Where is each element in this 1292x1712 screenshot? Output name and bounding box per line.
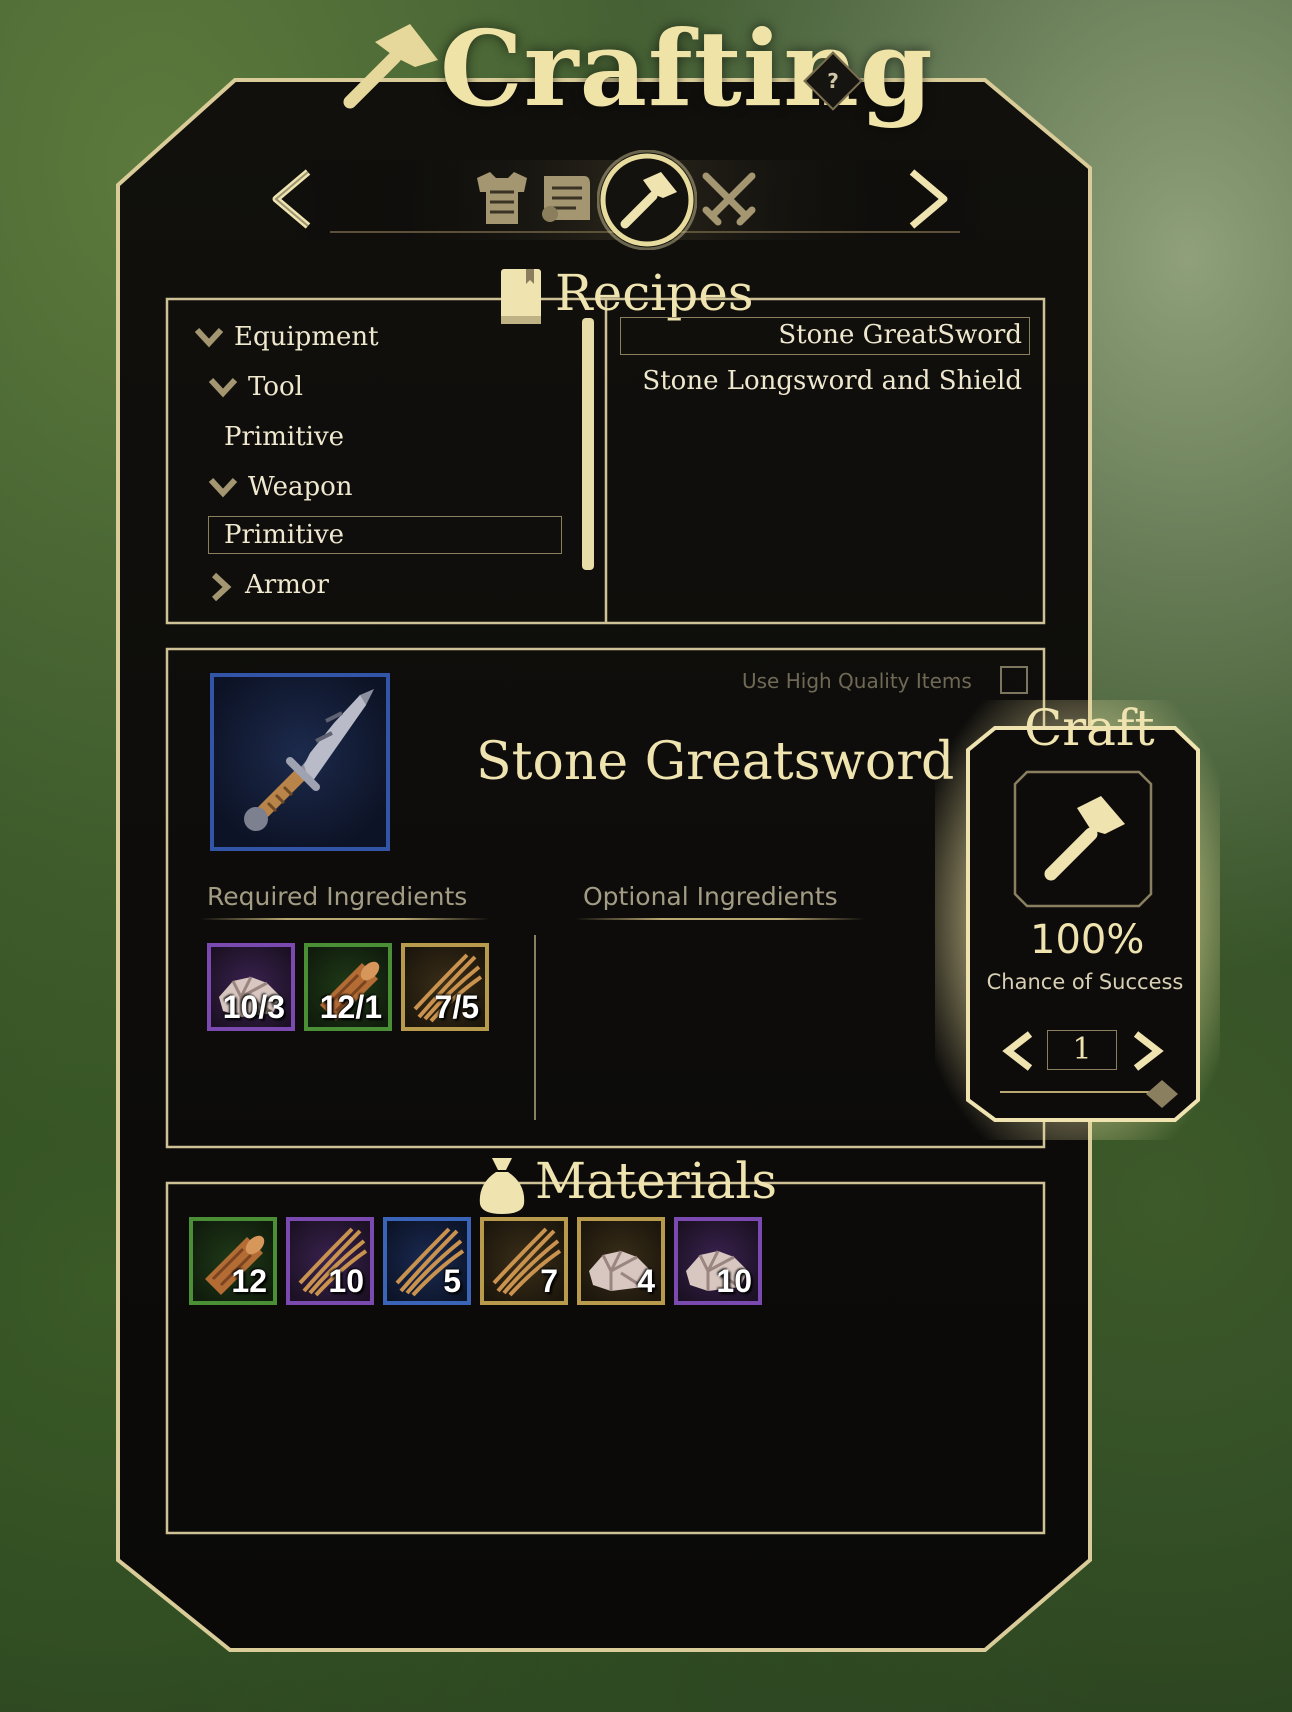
prev-category-button[interactable] — [268, 168, 312, 234]
tree-item-equipment[interactable]: Equipment — [234, 324, 379, 350]
recipes-heading: Recipes — [555, 264, 754, 322]
material-count: 10 — [328, 1263, 364, 1299]
material-slot[interactable]: 5 — [383, 1217, 471, 1305]
chevron-down-icon[interactable] — [194, 326, 224, 352]
window-title: Crafting — [440, 7, 934, 130]
tree-item-tool-primitive[interactable]: Primitive — [224, 424, 344, 450]
recipe-stone-longsword-and-shield[interactable]: Stone Longsword and Shield — [642, 368, 1022, 394]
required-ingredients-label: Required Ingredients — [207, 882, 468, 911]
required-ingredient-stone[interactable]: 10/3 — [207, 943, 295, 1031]
material-slot[interactable]: 10 — [286, 1217, 374, 1305]
material-slot[interactable]: 4 — [577, 1217, 665, 1305]
material-count: 7 — [540, 1263, 558, 1299]
crafting-hammer-category-icon[interactable] — [596, 149, 698, 254]
chevron-down-icon[interactable] — [208, 476, 238, 502]
material-count: 4 — [637, 1263, 655, 1299]
chevron-down-icon[interactable] — [208, 376, 238, 402]
title-hammer-icon — [340, 22, 440, 116]
item-portrait — [210, 673, 390, 851]
success-chance-label: Chance of Success — [986, 970, 1184, 994]
material-slot[interactable]: 7 — [480, 1217, 568, 1305]
stone-greatsword-icon — [244, 689, 374, 831]
ingredient-count: 7/5 — [434, 989, 479, 1025]
tree-item-weapon[interactable]: Weapon — [248, 474, 353, 500]
chevron-right-icon[interactable] — [210, 572, 232, 606]
next-category-button[interactable] — [908, 168, 952, 234]
optional-ingredients-label: Optional Ingredients — [583, 882, 838, 911]
bag-icon — [476, 1154, 528, 1220]
recipe-stone-greatsword[interactable]: Stone GreatSword — [778, 322, 1022, 348]
craft-title: Craft — [1024, 699, 1155, 757]
craft-quantity-field[interactable]: 1 — [1047, 1030, 1117, 1070]
required-ingredient-wood[interactable]: 12/1 — [304, 943, 392, 1031]
tree-item-tool[interactable]: Tool — [248, 374, 303, 400]
material-count: 10 — [716, 1263, 752, 1299]
increase-quantity-button[interactable] — [1130, 1030, 1166, 1076]
decrease-quantity-button[interactable] — [1000, 1030, 1036, 1076]
divider — [200, 918, 490, 920]
material-count: 5 — [443, 1263, 461, 1299]
divider — [575, 918, 865, 920]
book-icon — [498, 266, 546, 332]
required-ingredient-fiber[interactable]: 7/5 — [401, 943, 489, 1031]
item-name: Stone Greatsword — [476, 732, 955, 792]
tree-item-weapon-primitive[interactable]: Primitive — [224, 522, 344, 548]
ornament-diamond-icon — [1144, 1078, 1180, 1114]
craft-button[interactable] — [1013, 770, 1153, 908]
ingredient-count: 12/1 — [319, 989, 382, 1025]
ingredient-count: 10/3 — [222, 989, 285, 1025]
weapons-category-icon[interactable] — [700, 170, 758, 232]
material-slot[interactable]: 10 — [674, 1217, 762, 1305]
armor-category-icon[interactable] — [472, 168, 532, 232]
scroll-category-icon[interactable] — [536, 170, 594, 232]
tree-item-armor[interactable]: Armor — [245, 572, 329, 598]
material-count: 12 — [231, 1263, 267, 1299]
use-high-quality-label: Use High Quality Items — [742, 669, 972, 693]
use-high-quality-checkbox[interactable] — [1000, 666, 1028, 694]
materials-heading: Materials — [535, 1152, 778, 1210]
tree-scrollbar — [582, 318, 594, 570]
material-slot[interactable]: 12 — [189, 1217, 277, 1305]
success-chance-value: 100% — [1030, 917, 1145, 963]
